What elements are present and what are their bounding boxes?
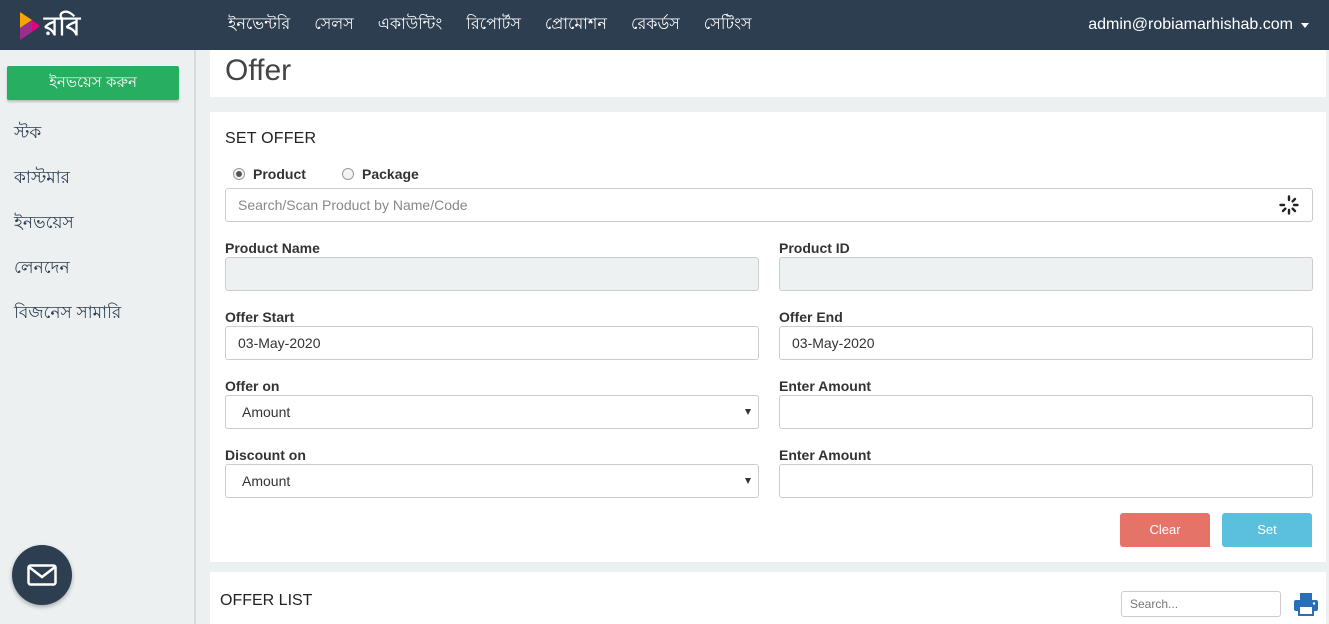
offer-on-selected-value: Amount — [242, 404, 291, 420]
mail-icon — [27, 564, 57, 586]
set-offer-panel: SET OFFER Product Package Product Name P… — [210, 112, 1326, 562]
radio-package-label: Package — [362, 166, 419, 182]
offer-on-label: Offer on — [225, 378, 280, 394]
sidebar-item-business-summary[interactable]: বিজনেস সামারি — [14, 300, 121, 328]
user-menu[interactable]: admin@robiamarhishab.com — [1088, 0, 1309, 50]
offer-end-label: Offer End — [779, 309, 843, 325]
nav-settings[interactable]: সেটিংস — [692, 0, 764, 50]
radio-package[interactable]: Package — [342, 166, 419, 182]
offer-start-date-input[interactable]: 03-May-2020 — [225, 326, 759, 360]
page-header: Offer — [210, 50, 1326, 97]
select-arrow-icon — [745, 409, 751, 415]
offer-end-date-input[interactable]: 03-May-2020 — [779, 326, 1313, 360]
nav-sales[interactable]: সেলস — [302, 0, 366, 50]
robi-logo-icon — [20, 12, 40, 40]
radio-product-label: Product — [253, 166, 306, 182]
brand-name: রবি — [44, 11, 81, 41]
print-icon[interactable] — [1293, 591, 1319, 617]
offer-list-panel: OFFER LIST — [210, 572, 1326, 624]
create-invoice-button[interactable]: ইনভয়েস করুন — [7, 66, 179, 100]
discount-amount-label: Enter Amount — [779, 447, 872, 463]
user-email: admin@robiamarhishab.com — [1088, 16, 1293, 33]
offer-list-search-input[interactable] — [1121, 591, 1281, 617]
offer-start-label: Offer Start — [225, 309, 295, 325]
nav-reports[interactable]: রিপোর্টস — [454, 0, 533, 50]
radio-package-input[interactable] — [342, 168, 354, 180]
radio-product[interactable]: Product — [233, 166, 306, 182]
page-title: Offer — [225, 54, 292, 87]
offer-amount-input[interactable] — [779, 395, 1313, 429]
product-id-label: Product ID — [779, 240, 850, 256]
product-search-input[interactable] — [225, 188, 1313, 222]
brand-logo[interactable]: রবি — [18, 9, 80, 43]
sidebar-item-stock[interactable]: স্টক — [14, 120, 41, 148]
main-nav: ইনভেন্টরি সেলস একাউন্টিং রিপোর্টস প্রোমো… — [216, 0, 764, 50]
radio-product-input[interactable] — [233, 168, 245, 180]
product-id-field — [779, 257, 1313, 291]
sidebar-item-invoice[interactable]: ইনভয়েস — [14, 210, 74, 238]
mail-button[interactable] — [12, 545, 72, 605]
select-arrow-icon — [745, 478, 751, 484]
nav-inventory[interactable]: ইনভেন্টরি — [216, 0, 302, 50]
nav-accounting[interactable]: একাউন্টিং — [366, 0, 455, 50]
set-offer-title: SET OFFER — [225, 130, 317, 147]
sidebar: ইনভয়েস করুন স্টক কাস্টমার ইনভয়েস লেনদে… — [0, 50, 196, 624]
loading-spinner-icon — [1279, 195, 1299, 215]
discount-on-selected-value: Amount — [242, 473, 291, 489]
nav-records[interactable]: রেকর্ডস — [619, 0, 692, 50]
discount-on-label: Discount on — [225, 447, 306, 463]
sidebar-item-customer[interactable]: কাস্টমার — [14, 165, 70, 193]
offer-on-select[interactable]: Amount — [225, 395, 759, 429]
chevron-down-icon — [1301, 22, 1309, 28]
offer-list-title: OFFER LIST — [220, 592, 313, 609]
discount-amount-input[interactable] — [779, 464, 1313, 498]
sidebar-item-transactions[interactable]: লেনদেন — [14, 255, 70, 283]
offer-amount-label: Enter Amount — [779, 378, 872, 394]
product-name-field — [225, 257, 759, 291]
clear-button[interactable]: Clear — [1120, 513, 1210, 547]
nav-promotion[interactable]: প্রোমোশন — [533, 0, 619, 50]
top-navbar: রবি ইনভেন্টরি সেলস একাউন্টিং রিপোর্টস প্… — [0, 0, 1329, 50]
discount-on-select[interactable]: Amount — [225, 464, 759, 498]
set-button[interactable]: Set — [1222, 513, 1312, 547]
product-name-label: Product Name — [225, 240, 320, 256]
